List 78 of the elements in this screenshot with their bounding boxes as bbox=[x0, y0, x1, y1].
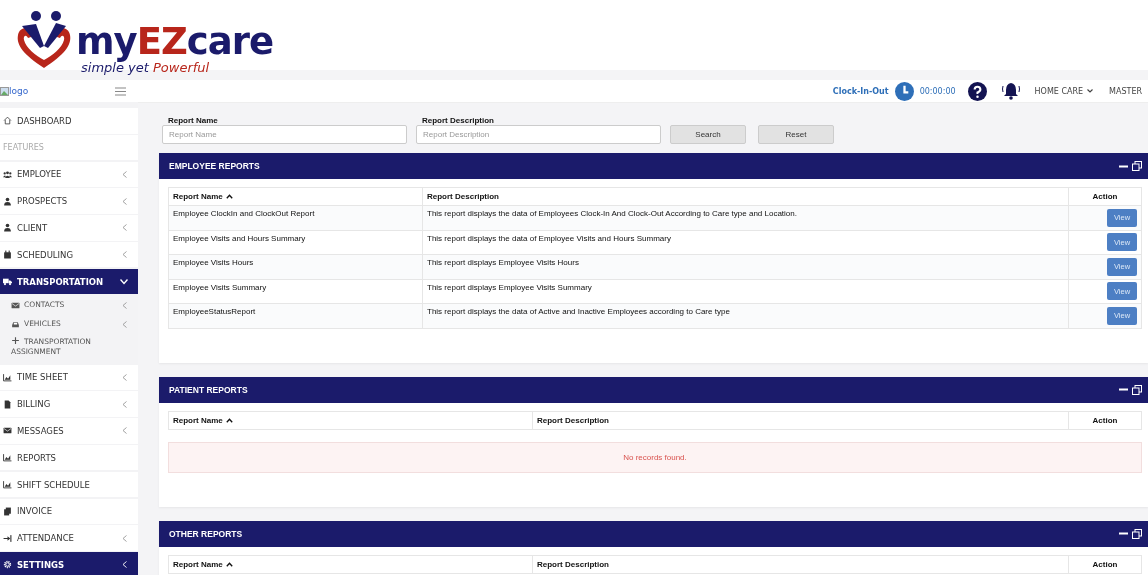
sidebar-item[interactable]: REPORTS bbox=[0, 444, 138, 471]
sidebar-item[interactable]: SHIFT SCHEDULE bbox=[0, 471, 138, 498]
chart-icon bbox=[3, 372, 12, 382]
table-cell: EmployeeStatusReport bbox=[168, 303, 423, 328]
calendar-icon bbox=[3, 250, 12, 260]
timer-text: 00:00:00 bbox=[919, 86, 956, 96]
chart-icon bbox=[3, 480, 12, 489]
panel-title: EMPLOYEE REPORTS bbox=[169, 161, 261, 171]
user-icon bbox=[3, 196, 12, 206]
table-cell: This report displays the data of Employees Clock-In And Clock-Out According to Care type and Location. bbox=[422, 205, 1069, 230]
car-icon bbox=[11, 319, 20, 329]
broken-image-alt-text: logo bbox=[0, 86, 29, 96]
brand-name: myEZcare bbox=[76, 23, 274, 60]
column-header[interactable]: Report Name bbox=[168, 187, 423, 206]
settings-icon bbox=[3, 560, 12, 570]
sidebar-item[interactable]: PROSPECTS bbox=[0, 188, 138, 214]
field-label: Report Description bbox=[421, 116, 495, 125]
table-cell: Employee ClockIn and ClockOut Report bbox=[168, 205, 423, 230]
column-header[interactable]: Report Name bbox=[168, 411, 533, 429]
column-header[interactable]: Action bbox=[1068, 555, 1142, 573]
broken-image-icon bbox=[0, 86, 9, 96]
empty-state-message: No records found. bbox=[168, 441, 1142, 473]
report-name-field[interactable]: Report Name bbox=[162, 125, 407, 144]
truck-icon bbox=[3, 277, 12, 287]
envelope-icon bbox=[3, 426, 12, 436]
restore-icon[interactable] bbox=[1132, 161, 1142, 171]
sidebar-item[interactable]: TIME SHEET bbox=[0, 364, 138, 391]
user-icon bbox=[3, 223, 12, 233]
sidebar-item[interactable]: DASHBOARD bbox=[0, 108, 138, 134]
menu-icon[interactable] bbox=[115, 86, 126, 96]
restore-icon[interactable] bbox=[1132, 528, 1142, 539]
column-header[interactable]: Action bbox=[1068, 187, 1142, 206]
restore-icon[interactable] bbox=[1132, 384, 1142, 395]
sidebar-item[interactable]: BILLING bbox=[0, 391, 138, 417]
home-icon bbox=[3, 116, 12, 126]
panel-title: OTHER REPORTS bbox=[169, 528, 244, 539]
sidebar-item[interactable]: SETTINGS bbox=[0, 552, 138, 575]
brand-tagline: simple yet Powerful bbox=[81, 61, 211, 74]
sidebar-item[interactable]: ATTENDANCE bbox=[0, 525, 138, 551]
column-header[interactable]: Report Description bbox=[422, 187, 1069, 206]
table-cell: This report displays Employee Visits Summary bbox=[422, 279, 1069, 304]
chevron-down-icon bbox=[1087, 89, 1094, 93]
column-header[interactable]: Report Description bbox=[532, 555, 1069, 573]
sidebar-item[interactable]: INVOICE bbox=[0, 498, 138, 525]
agency-dropdown[interactable]: HOME CARE bbox=[1034, 86, 1094, 96]
clock-in-out-link[interactable]: Clock-In-Out bbox=[832, 86, 889, 96]
sidebar-item[interactable]: EMPLOYEE bbox=[0, 161, 138, 188]
file-icon bbox=[3, 399, 12, 409]
user-menu[interactable]: MASTER bbox=[1109, 86, 1142, 96]
chart-icon bbox=[3, 453, 12, 463]
sidebar-item[interactable]: SCHEDULING bbox=[0, 242, 138, 268]
table-cell: This report displays the data of Active and Inactive Employees according to Care type bbox=[422, 303, 1069, 328]
table-cell: This report displays Employee Visits Hours bbox=[422, 254, 1069, 279]
copy-icon bbox=[3, 506, 12, 516]
field-label: Report Name bbox=[167, 116, 219, 125]
column-header[interactable]: Action bbox=[1068, 411, 1142, 429]
sidebar-item[interactable]: MESSAGES bbox=[0, 418, 138, 444]
section-heading: FEATURES bbox=[0, 134, 138, 161]
search-button[interactable]: Search bbox=[670, 125, 746, 144]
notification-bell-icon[interactable] bbox=[1000, 82, 1021, 100]
table-cell: This report displays the data of Employee Visits and Hours Summary bbox=[422, 230, 1069, 255]
sign-in-icon bbox=[3, 533, 12, 543]
reset-button[interactable]: Reset bbox=[758, 125, 834, 144]
plus-icon bbox=[11, 335, 20, 345]
panel-title: PATIENT REPORTS bbox=[169, 384, 249, 395]
help-icon[interactable] bbox=[967, 81, 987, 101]
table-cell: Employee Visits Summary bbox=[168, 279, 423, 304]
sidebar-item[interactable]: TRANSPORTATION bbox=[0, 268, 138, 295]
report-description-field[interactable]: Report Description bbox=[416, 125, 661, 144]
table-cell: Employee Visits and Hours Summary bbox=[168, 230, 423, 255]
table-cell: Employee Visits Hours bbox=[168, 254, 423, 279]
users-icon bbox=[3, 169, 12, 179]
column-header[interactable]: Report Name bbox=[168, 555, 533, 573]
clock-icon[interactable] bbox=[894, 81, 914, 101]
envelope-icon bbox=[11, 300, 20, 310]
minimize-icon[interactable] bbox=[1119, 164, 1128, 168]
column-header[interactable]: Report Description bbox=[532, 411, 1069, 429]
sidebar-item[interactable]: CLIENT bbox=[0, 215, 138, 241]
